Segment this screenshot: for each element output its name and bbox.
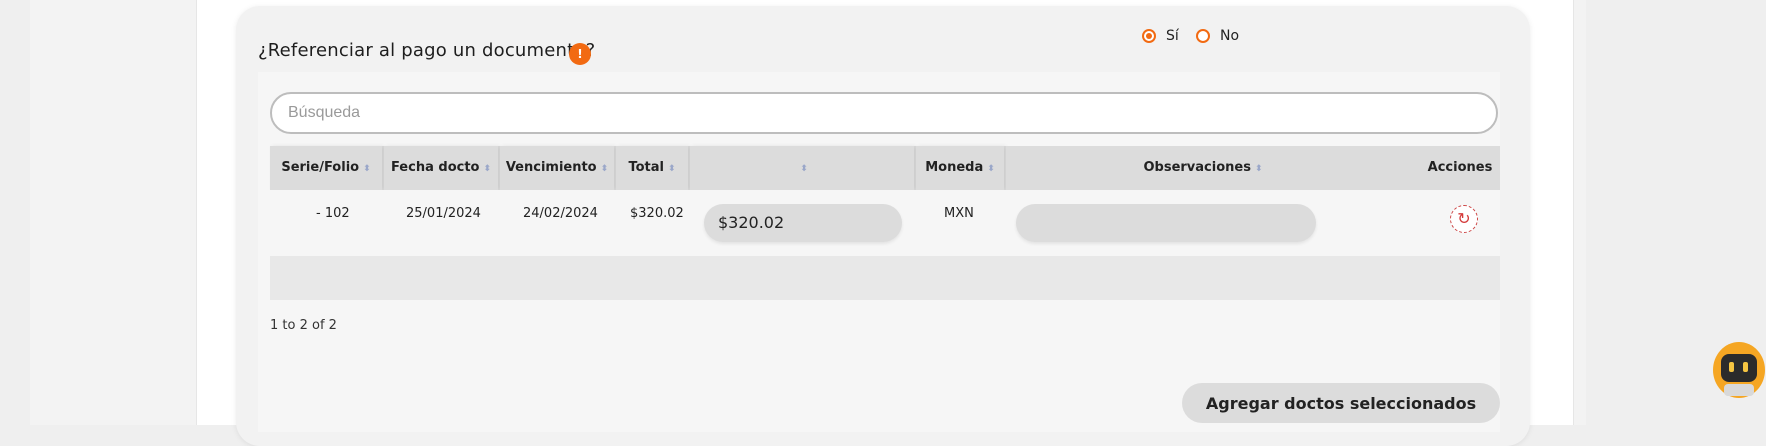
- observaciones-input[interactable]: [1016, 204, 1316, 242]
- radio-yes-label: Sí: [1166, 28, 1179, 44]
- sort-icon[interactable]: ⬍: [800, 164, 808, 174]
- robot-assistant-icon[interactable]: [1712, 340, 1766, 402]
- cell-vencimiento: 24/02/2024: [523, 206, 598, 221]
- sort-icon[interactable]: ⬍: [1255, 164, 1263, 174]
- info-icon[interactable]: !: [569, 43, 591, 65]
- column-header-serie-folio[interactable]: Serie/Folio ⬍: [270, 146, 382, 190]
- pagination-info: 1 to 2 of 2: [270, 318, 337, 333]
- radio-no-label: No: [1220, 28, 1240, 44]
- cell-total: $320.02: [630, 206, 684, 221]
- radio-no[interactable]: No: [1196, 28, 1239, 44]
- radio-no-dot[interactable]: [1196, 29, 1210, 43]
- cell-moneda: MXN: [944, 206, 974, 221]
- question-label: ¿Referenciar al pago un documento?: [258, 40, 596, 61]
- add-selected-documents-button[interactable]: Agregar doctos seleccionados: [1182, 383, 1500, 423]
- column-header-amount[interactable]: ⬍: [690, 146, 914, 190]
- radio-yes[interactable]: Sí: [1142, 28, 1179, 44]
- sort-icon[interactable]: ⬍: [668, 164, 676, 174]
- column-header-label: Fecha docto: [390, 160, 480, 175]
- column-header-moneda[interactable]: Moneda ⬍: [916, 146, 1004, 190]
- search-input[interactable]: [270, 92, 1498, 134]
- column-header-label: Total: [628, 160, 664, 175]
- column-header-label: Vencimiento: [505, 160, 597, 175]
- column-header-vencimiento[interactable]: Vencimiento ⬍: [500, 146, 614, 190]
- radio-yes-dot[interactable]: [1142, 29, 1156, 43]
- column-header-fecha-docto[interactable]: Fecha docto ⬍: [384, 146, 498, 190]
- column-header-label: Moneda: [925, 160, 984, 175]
- column-header-acciones: Acciones: [1420, 146, 1500, 190]
- cell-fecha-docto: 25/01/2024: [406, 206, 481, 221]
- column-header-label: Serie/Folio: [281, 160, 360, 175]
- sort-icon[interactable]: ⬍: [987, 164, 995, 174]
- amount-input[interactable]: $320.02: [704, 204, 902, 242]
- sort-icon[interactable]: ⬍: [601, 164, 609, 174]
- column-header-label: Observaciones: [1143, 160, 1251, 175]
- cell-serie-folio: - 102: [316, 206, 350, 221]
- sort-icon[interactable]: ⬍: [483, 164, 491, 174]
- sort-icon[interactable]: ⬍: [363, 164, 371, 174]
- refresh-icon[interactable]: ↻: [1450, 205, 1478, 233]
- table-header: Serie/Folio ⬍ Fecha docto ⬍ Vencimiento ⬍ T…: [270, 146, 1500, 190]
- column-header-total[interactable]: Total ⬍: [616, 146, 688, 190]
- table-row[interactable]: [270, 256, 1500, 300]
- column-header-label: Acciones: [1427, 160, 1493, 175]
